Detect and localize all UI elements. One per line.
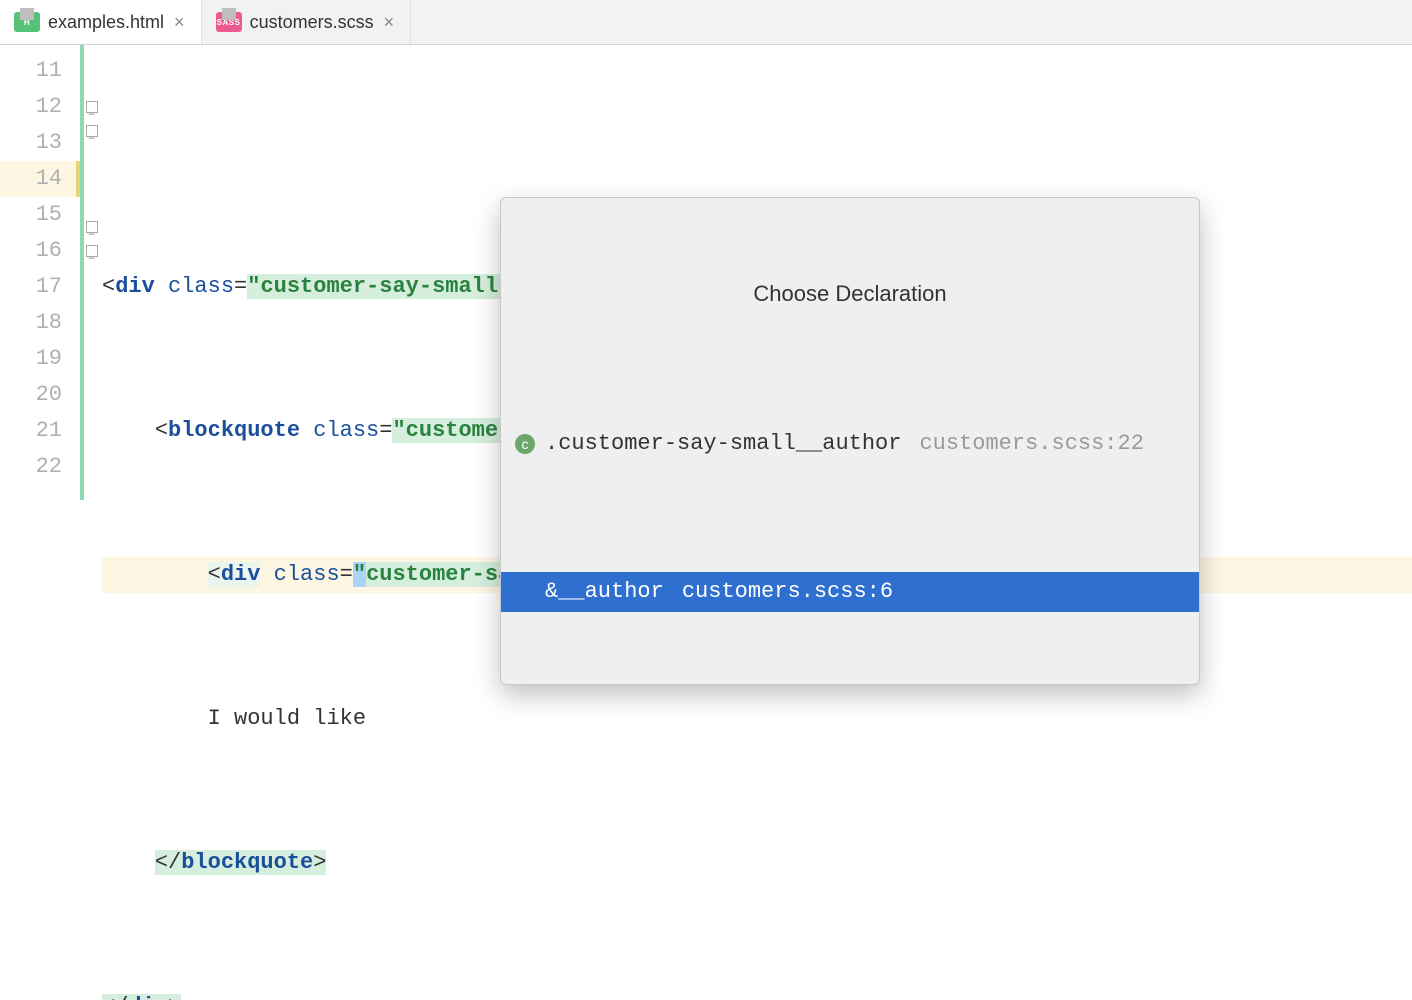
- selector-kind-icon: c: [515, 434, 535, 454]
- declaration-symbol: .customer-say-small__author: [545, 426, 901, 462]
- tab-label: customers.scss: [250, 12, 374, 33]
- declaration-symbol: &__author: [545, 574, 664, 610]
- editor: 11 12 13 14 15 16 17 18 19 20 21 22 <div…: [0, 45, 1412, 500]
- close-icon[interactable]: ×: [382, 12, 397, 33]
- declaration-location: customers.scss:22: [919, 426, 1143, 462]
- close-icon[interactable]: ×: [172, 12, 187, 33]
- declaration-location: customers.scss:6: [682, 574, 893, 610]
- code-line: </blockquote>: [102, 845, 1412, 881]
- code-area[interactable]: <div class="customer-say-small"> <blockq…: [102, 45, 1412, 500]
- tab-bar: H examples.html × SASS customers.scss ×: [0, 0, 1412, 45]
- code-line: I would like: [102, 701, 1412, 737]
- fold-toggle-icon[interactable]: [86, 245, 98, 257]
- popup-title: Choose Declaration: [501, 270, 1199, 316]
- line-number-gutter: 11 12 13 14 15 16 17 18 19 20 21 22: [0, 45, 80, 500]
- code-line: [102, 125, 1412, 161]
- fold-toggle-icon[interactable]: [86, 125, 98, 137]
- code-line: </div>: [102, 989, 1412, 1000]
- declaration-option[interactable]: &__author customers.scss:6: [501, 572, 1199, 612]
- tab-customers-scss[interactable]: SASS customers.scss ×: [202, 0, 412, 44]
- tab-label: examples.html: [48, 12, 164, 33]
- html-file-icon: H: [14, 12, 40, 32]
- fold-toggle-icon[interactable]: [86, 101, 98, 113]
- fold-gutter: [80, 45, 102, 500]
- tab-examples-html[interactable]: H examples.html ×: [0, 0, 202, 44]
- sass-file-icon: SASS: [216, 12, 242, 32]
- declaration-option[interactable]: c .customer-say-small__author customers.…: [501, 424, 1199, 464]
- fold-toggle-icon[interactable]: [86, 221, 98, 233]
- declaration-popup: Choose Declaration c .customer-say-small…: [500, 197, 1200, 685]
